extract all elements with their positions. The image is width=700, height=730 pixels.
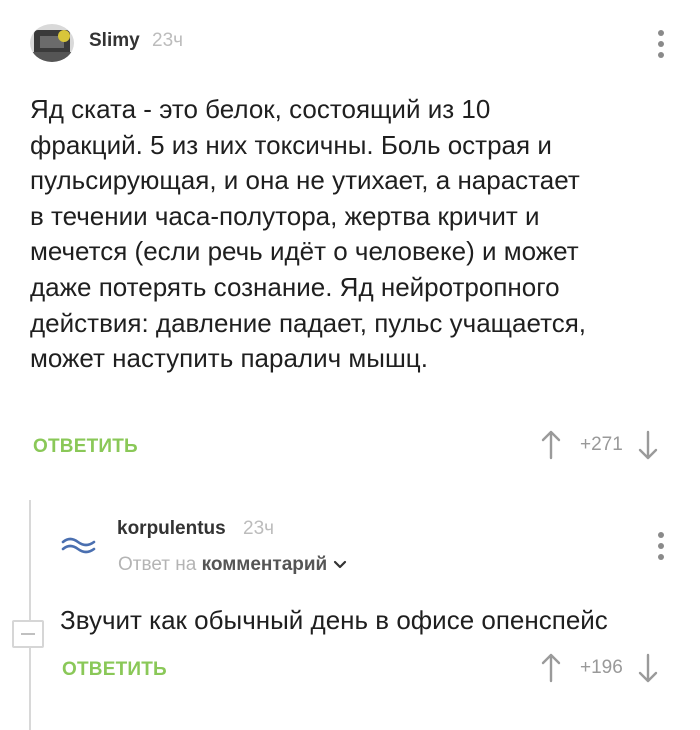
comment-text-line: фракций. 5 из них токсичны. Боль острая … — [30, 129, 552, 160]
comment-author[interactable]: Slimy — [89, 30, 140, 52]
comment-time: 23ч — [152, 30, 184, 51]
thread-line[interactable] — [29, 500, 31, 730]
comment-text-line: пульсирующая, и она не утихает, а нараст… — [30, 165, 580, 196]
vote-controls: +271 — [540, 430, 659, 460]
comment-text-line: действия: давление падает, пульс учащает… — [30, 307, 587, 338]
avatar[interactable] — [30, 24, 74, 62]
comment-text: Звучит как обычный день в офисе опенспей… — [60, 605, 608, 635]
reply-to-prefix: Ответ на — [118, 554, 197, 576]
comment-text-line: даже потерять сознание. Яд нейротропного — [30, 271, 560, 302]
reply-button[interactable]: ОТВЕТИТЬ — [62, 659, 167, 681]
comment-text-line: Яд ската - это белок, состоящий из 10 — [30, 94, 491, 124]
vote-controls: +196 — [540, 653, 659, 683]
arrow-down-icon[interactable] — [637, 653, 659, 683]
reply-to: Ответ на комментарий — [118, 554, 347, 576]
more-vertical-icon[interactable] — [657, 30, 665, 58]
arrow-up-icon[interactable] — [540, 430, 562, 460]
arrow-up-icon[interactable] — [540, 653, 562, 683]
comment-text-line: может наступить паралич мышц. — [30, 343, 428, 374]
score: +271 — [580, 434, 623, 455]
more-vertical-icon[interactable] — [657, 532, 665, 560]
comment-text-line: мечется (если речь идёт о человеке) и мо… — [30, 236, 579, 267]
wave-avatar-icon[interactable] — [60, 532, 100, 556]
reply-button[interactable]: ОТВЕТИТЬ — [33, 436, 138, 458]
score: +196 — [580, 657, 623, 678]
chevron-down-icon[interactable] — [333, 554, 347, 576]
comment-text: Яд ската - это белок, состоящий из 10 фр… — [30, 92, 586, 377]
comment-text-line: в течении часа-полутора, жертва кричит и — [30, 200, 540, 231]
comment-author[interactable]: korpulentus — [117, 518, 226, 540]
reply-to-link[interactable]: комментарий — [202, 554, 328, 575]
arrow-down-icon[interactable] — [637, 430, 659, 460]
collapse-icon[interactable] — [12, 620, 44, 648]
comment-time: 23ч — [243, 518, 275, 539]
